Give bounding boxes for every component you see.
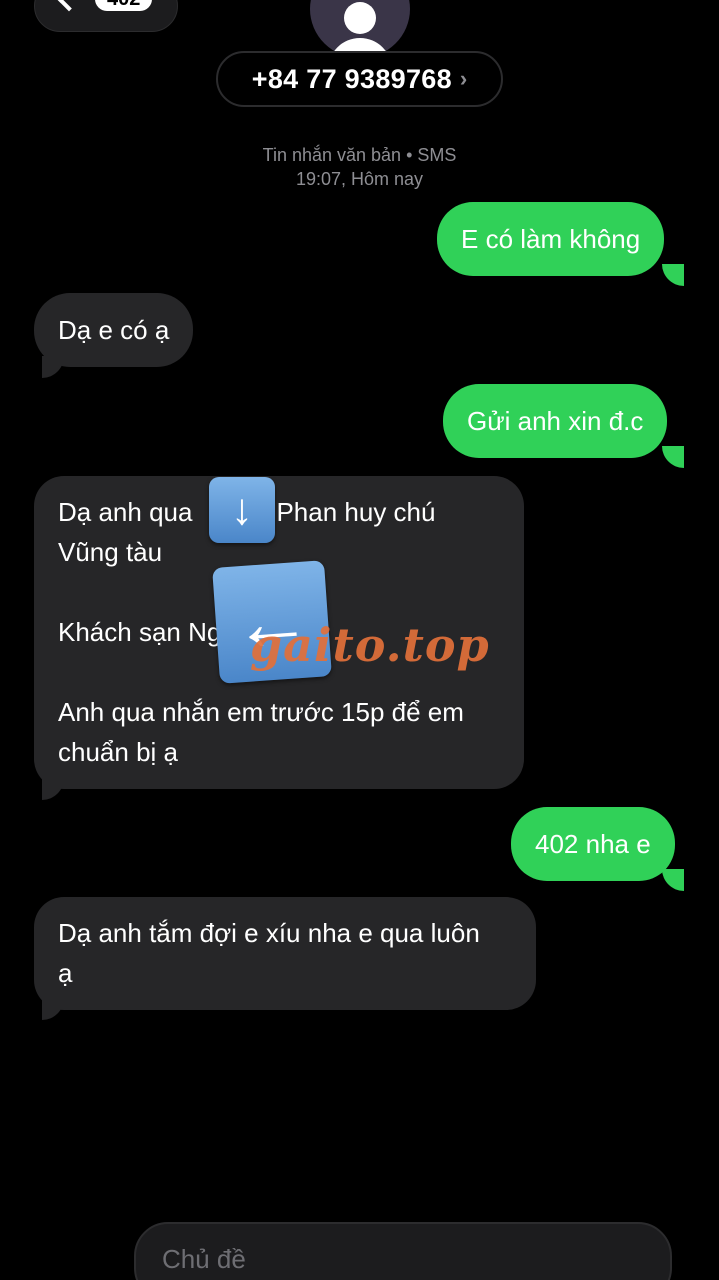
unread-count-badge: 402: [95, 0, 153, 11]
watermark: gaito.top: [250, 618, 490, 672]
chevron-right-icon: ›: [459, 66, 468, 91]
message-timestamp: 19:07, Hôm nay: [295, 169, 424, 189]
message-bubble-outgoing[interactable]: Gửi anh xin đ.c: [443, 384, 668, 458]
down-arrow-icon: ↓: [209, 477, 275, 543]
contact-avatar[interactable]: [310, 0, 410, 58]
bubble-tail: [662, 264, 684, 286]
contact-name-button[interactable]: +84 77 9389768 ›: [216, 51, 503, 107]
message-bubble-incoming[interactable]: Dạ anh tắm đợi e xíu nha e qua luôn ạ: [34, 897, 536, 1010]
back-button[interactable]: 402: [34, 0, 178, 32]
message-text: Gửi anh xin đ.c: [467, 406, 644, 436]
message-type-label: Tin nhắn văn bản • SMS: [262, 145, 457, 165]
person-icon-head: [344, 2, 376, 34]
message-text: E có làm không: [461, 224, 641, 254]
bubble-tail: [662, 869, 684, 891]
bubble-tail: [662, 446, 684, 468]
contact-phone-number: +84 77 9389768: [251, 63, 452, 94]
subject-placeholder: Chủ đề: [162, 1244, 246, 1274]
message-text: Dạ e có ạ: [58, 315, 170, 345]
message-bubble-outgoing[interactable]: 402 nha e: [511, 807, 675, 881]
bubble-tail: [42, 356, 64, 378]
message-text: 402 nha e: [535, 829, 651, 859]
message-line: Anh qua nhắn em trước 15p để em: [58, 697, 464, 727]
message-bubble-outgoing[interactable]: E có làm không: [437, 202, 665, 276]
message-line: Dạ anh qua Phan huy chú: [58, 497, 436, 527]
messages-screen: 402 +84 77 9389768 › Tin nhắn văn bản • …: [0, 0, 719, 1280]
bubble-tail: [42, 778, 64, 800]
bubble-tail: [42, 998, 64, 1020]
message-line: Dạ anh tắm đợi e xíu nha e qua luôn: [58, 918, 480, 948]
chevron-left-icon: [57, 0, 81, 12]
message-line: ạ: [58, 958, 73, 988]
subject-input[interactable]: Chủ đề: [134, 1222, 672, 1280]
message-line: chuẩn bị ạ: [58, 737, 178, 767]
